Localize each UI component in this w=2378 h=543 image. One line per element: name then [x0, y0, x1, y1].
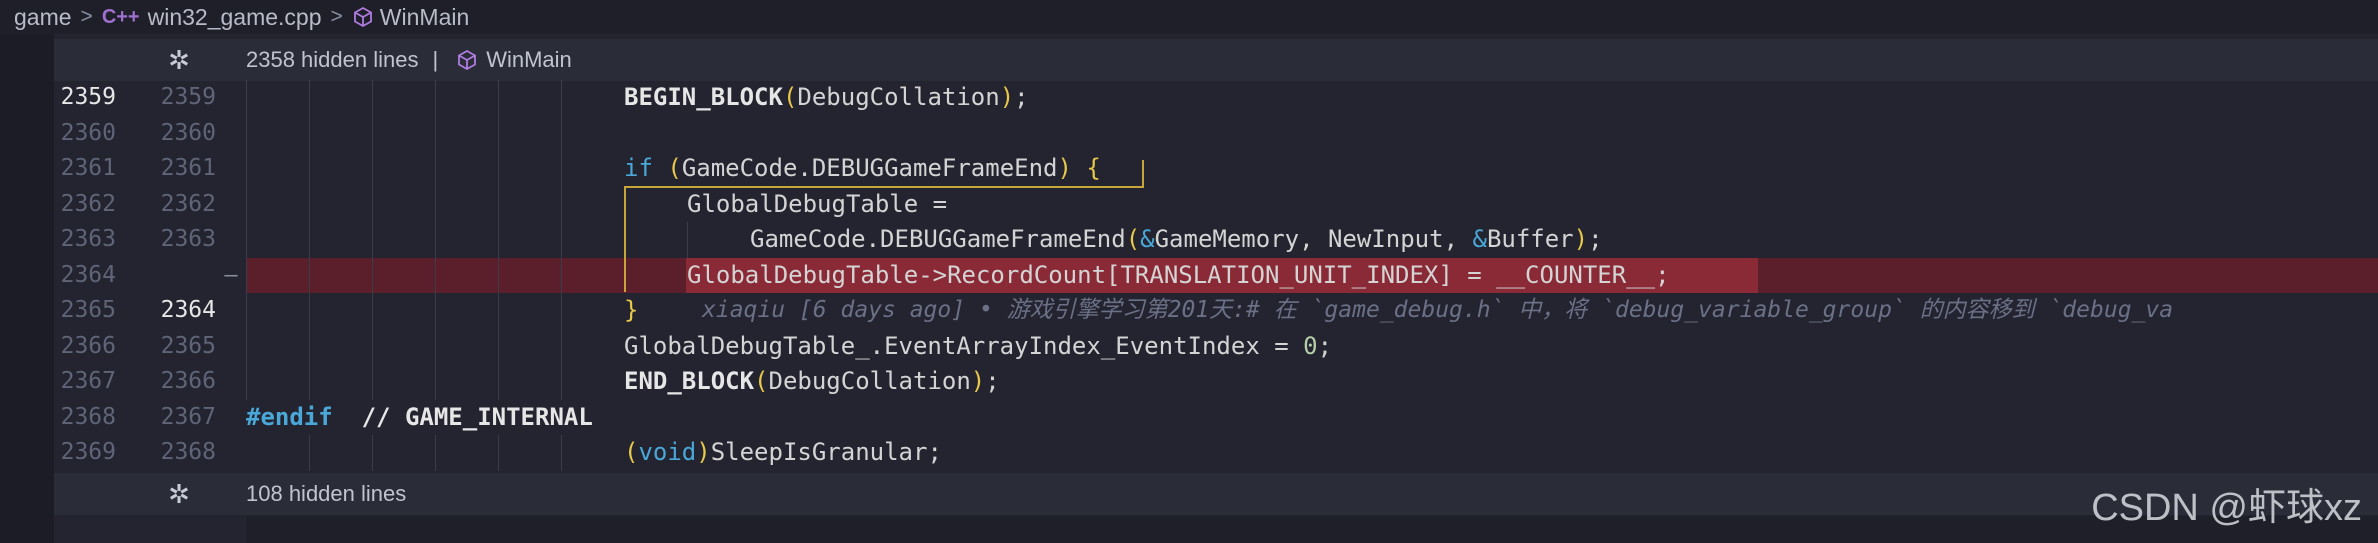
line-number-original: 2365 — [60, 297, 116, 323]
editor-bottom — [246, 516, 2378, 543]
breadcrumb-file[interactable]: win32_game.cpp — [148, 4, 322, 31]
line-number-modified: 2368 — [160, 439, 216, 465]
breadcrumb-folder[interactable]: game — [14, 4, 72, 31]
code-text[interactable]: END_BLOCK(DebugCollation); — [624, 364, 1000, 400]
line-number-original: 2361 — [60, 155, 116, 181]
code-line: 2363 2363 GameCode.DEBUGGameFrameEnd(&Ga… — [0, 222, 2378, 258]
line-number-modified: 2366 — [160, 368, 216, 394]
code-line: 2359 2359 BEGIN_BLOCK(DebugCollation); — [0, 80, 2378, 116]
line-number-modified: 2359 — [160, 84, 216, 110]
line-number-modified: 2363 — [160, 226, 216, 252]
hidden-lines-bottom[interactable]: ✲ 108 hidden lines — [54, 473, 2378, 515]
chevron-right-icon: > — [80, 5, 93, 28]
chevron-right-icon: > — [330, 5, 343, 28]
line-number-modified: 2365 — [160, 332, 216, 359]
line-number-original: 2364 — [60, 261, 116, 288]
code-text[interactable]: GameCode.DEBUGGameFrameEnd(&GameMemory, … — [750, 222, 1603, 258]
line-number-original: 2362 — [60, 190, 116, 217]
unfold-icon[interactable]: ✲ — [166, 481, 192, 507]
breadcrumb: game > C++ win32_game.cpp > WinMain — [0, 0, 2378, 34]
watermark: CSDN @虾球xz — [2091, 487, 2362, 529]
deleted-line: 2364 — GlobalDebugTable->RecordCount[TRA… — [0, 257, 2378, 294]
line-number-modified: 2360 — [160, 119, 216, 146]
code-line: 2360 2360 — [0, 116, 2378, 152]
code-text[interactable]: #endif // GAME_INTERNAL — [246, 400, 593, 436]
line-number-original: 2366 — [60, 332, 116, 359]
code-text[interactable]: BEGIN_BLOCK(DebugCollation); — [624, 80, 1029, 116]
line-number-original: 2359 — [60, 84, 116, 110]
code-line: 2368 2367 #endif // GAME_INTERNAL — [0, 400, 2378, 436]
line-number-original: 2363 — [60, 226, 116, 252]
code-text[interactable]: GlobalDebugTable = — [687, 187, 947, 223]
code-text[interactable]: if (GameCode.DEBUGGameFrameEnd) { — [624, 151, 1101, 187]
line-number-modified: 2361 — [160, 155, 216, 181]
breadcrumb-symbol[interactable]: WinMain — [380, 4, 469, 31]
code-text[interactable]: GlobalDebugTable_.EventArrayIndex_EventI… — [624, 329, 1332, 365]
line-number-original: 2360 — [60, 119, 116, 146]
line-number-original: 2369 — [60, 439, 116, 465]
hidden-lines-label: 108 hidden lines — [246, 481, 407, 506]
unfold-icon[interactable]: ✲ — [166, 47, 192, 73]
code-line: 2367 2366 END_BLOCK(DebugCollation); — [0, 364, 2378, 400]
code-line: 2362 2362 GlobalDebugTable = — [0, 187, 2378, 223]
code-line: 2361 2361 if (GameCode.DEBUGGameFrameEnd… — [0, 151, 2378, 187]
line-number-modified: 2367 — [160, 403, 216, 430]
code-line: 2369 2368 (void)SleepIsGranular; — [0, 435, 2378, 471]
symbol-method-icon — [458, 49, 477, 71]
cpp-file-icon: C++ — [101, 5, 140, 28]
line-number-original: 2367 — [60, 368, 116, 394]
separator: | — [432, 47, 439, 72]
line-number-modified: 2364 — [160, 297, 216, 323]
code-text[interactable]: GlobalDebugTable->RecordCount[TRANSLATIO… — [687, 258, 1670, 294]
code-line: 2366 2365 GlobalDebugTable_.EventArrayIn… — [0, 329, 2378, 365]
git-blame-annotation[interactable]: xiaqiu [6 days ago] • 游戏引擎学习第201天:# 在 `g… — [702, 293, 2173, 329]
hidden-lines-top[interactable]: ✲ 2358 hidden lines | WinMain — [54, 39, 2378, 81]
hidden-lines-label: 2358 hidden lines — [246, 47, 419, 72]
removed-marker: — — [224, 262, 238, 288]
line-number-modified: 2362 — [160, 190, 216, 217]
hidden-lines-symbol[interactable]: WinMain — [486, 47, 572, 73]
symbol-method-icon — [353, 6, 372, 28]
line-number-original: 2368 — [60, 403, 116, 430]
code-line: 2365 2364 } xiaqiu [6 days ago] • 游戏引擎学习… — [0, 293, 2378, 329]
code-text[interactable]: (void)SleepIsGranular; — [624, 435, 942, 471]
code-text[interactable]: } — [624, 293, 638, 329]
